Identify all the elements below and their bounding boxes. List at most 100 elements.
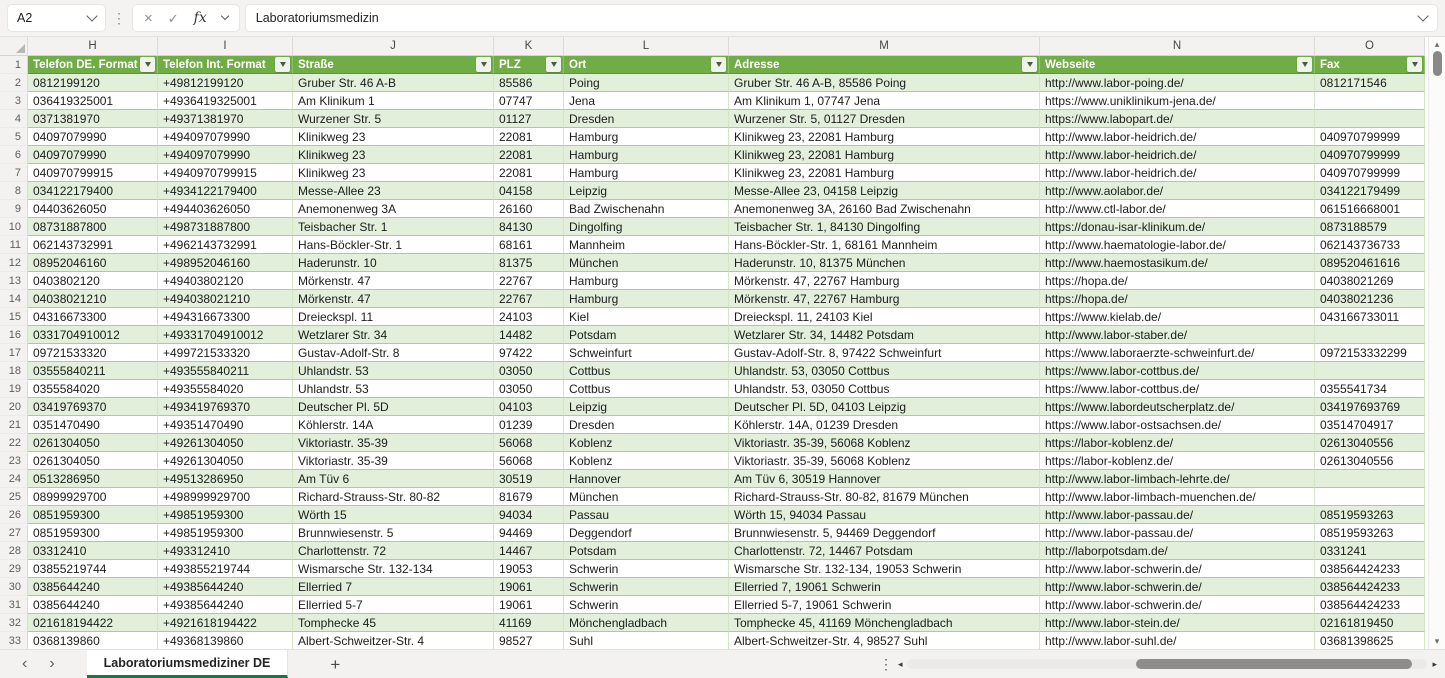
scroll-up-icon[interactable]: ▴ [1435,39,1440,49]
cell[interactable]: Schwerin [564,560,729,578]
more-options-icon[interactable]: ⋮ [879,656,893,673]
row-number[interactable]: 19 [0,380,28,398]
cell[interactable]: Schweinfurt [564,344,729,362]
cell[interactable]: 03555840211 [28,362,158,380]
cell[interactable]: 062143732991 [28,236,158,254]
row-number[interactable]: 5 [0,128,28,146]
cell[interactable]: Albert-Schweitzer-Str. 4 [293,632,494,650]
cell[interactable]: Albert-Schweitzer-Str. 4, 98527 Suhl [729,632,1040,650]
cell[interactable]: Am Tüv 6, 30519 Hannover [729,470,1040,488]
cell[interactable]: +49261304050 [158,452,293,470]
cell[interactable]: 22767 [494,290,564,308]
cell[interactable]: Ellerried 7 [293,578,494,596]
horizontal-scrollbar[interactable] [907,659,1427,669]
cell[interactable]: 0355584020 [28,380,158,398]
cell[interactable]: Uhlandstr. 53 [293,362,494,380]
cell[interactable]: Hamburg [564,290,729,308]
cell[interactable]: Brunnwiesenstr. 5, 94469 Deggendorf [729,524,1040,542]
cell[interactable]: 04038021269 [1315,272,1425,290]
cell[interactable]: 0261304050 [28,434,158,452]
cell[interactable]: 26160 [494,200,564,218]
cell[interactable]: +4934122179400 [158,182,293,200]
cell[interactable]: https://www.labor-cottbus.de/ [1040,380,1315,398]
cell[interactable]: Bad Zwischenahn [564,200,729,218]
cell[interactable]: Klinikweg 23 [293,146,494,164]
cell[interactable]: Charlottenstr. 72 [293,542,494,560]
cell[interactable]: 0851959300 [28,506,158,524]
cell[interactable]: 0513286950 [28,470,158,488]
header-telefon-int-format[interactable]: Telefon Int. Format [158,56,293,74]
cell[interactable]: Brunnwiesenstr. 5 [293,524,494,542]
cell[interactable]: Potsdam [564,542,729,560]
cell[interactable]: 038564424233 [1315,560,1425,578]
cell[interactable]: Anemonenweg 3A, 26160 Bad Zwischenahn [729,200,1040,218]
chevron-down-icon[interactable] [86,10,97,21]
cell[interactable]: 04038021236 [1315,290,1425,308]
column-letter-L[interactable]: L [564,37,729,56]
cell[interactable] [1315,470,1425,488]
header-webseite[interactable]: Webseite [1040,56,1315,74]
filter-button[interactable] [711,57,726,72]
cell[interactable]: 0355541734 [1315,380,1425,398]
cancel-icon[interactable]: × [144,11,153,26]
column-letter-N[interactable]: N [1040,37,1315,56]
cell[interactable]: Koblenz [564,434,729,452]
cell[interactable]: Hans-Böckler-Str. 1 [293,236,494,254]
cell[interactable]: +49261304050 [158,434,293,452]
cell[interactable]: http://www.labor-limbach-lehrte.de/ [1040,470,1315,488]
cell[interactable]: Teisbacher Str. 1 [293,218,494,236]
cell[interactable]: +493855219744 [158,560,293,578]
cell[interactable]: 02613040556 [1315,452,1425,470]
cell[interactable]: 02613040556 [1315,434,1425,452]
cell[interactable]: 03050 [494,380,564,398]
row-number[interactable]: 13 [0,272,28,290]
cell[interactable]: Mönchengladbach [564,614,729,632]
cell[interactable]: 036419325001 [28,92,158,110]
cell[interactable]: 034122179499 [1315,182,1425,200]
cell[interactable]: http://www.labor-schwerin.de/ [1040,578,1315,596]
cell[interactable]: 85586 [494,74,564,92]
cell[interactable]: 98527 [494,632,564,650]
cell[interactable]: Hannover [564,470,729,488]
cell[interactable]: Leipzig [564,182,729,200]
row-number[interactable]: 33 [0,632,28,650]
filter-button[interactable] [476,57,491,72]
cell[interactable]: Klinikweg 23, 22081 Hamburg [729,164,1040,182]
cell[interactable]: 03312410 [28,542,158,560]
cell[interactable]: 034197693769 [1315,398,1425,416]
cell[interactable]: 94469 [494,524,564,542]
cell[interactable]: Jena [564,92,729,110]
cell[interactable]: Ellerried 5-7 [293,596,494,614]
row-number[interactable]: 18 [0,362,28,380]
cell[interactable]: +4940970799915 [158,164,293,182]
cell[interactable]: Hamburg [564,128,729,146]
cell[interactable]: Teisbacher Str. 1, 84130 Dingolfing [729,218,1040,236]
cell[interactable]: 03681398625 [1315,632,1425,650]
cell[interactable]: 94034 [494,506,564,524]
cell[interactable]: https://donau-isar-klinikum.de/ [1040,218,1315,236]
row-number[interactable]: 8 [0,182,28,200]
cell[interactable]: Mörkenstr. 47 [293,290,494,308]
cell[interactable]: Haderunstr. 10 [293,254,494,272]
cell[interactable]: http://www.labor-schwerin.de/ [1040,560,1315,578]
cell[interactable]: +499721533320 [158,344,293,362]
cell[interactable]: 043166733011 [1315,308,1425,326]
cell[interactable]: Haderunstr. 10, 81375 München [729,254,1040,272]
row-number[interactable]: 28 [0,542,28,560]
cell[interactable]: Deggendorf [564,524,729,542]
cell[interactable]: 22081 [494,128,564,146]
cell[interactable]: 0371381970 [28,110,158,128]
row-number[interactable]: 11 [0,236,28,254]
cell[interactable]: http://www.aolabor.de/ [1040,182,1315,200]
cell[interactable]: Wörth 15, 94034 Passau [729,506,1040,524]
cell[interactable]: 038564424233 [1315,596,1425,614]
cell[interactable]: https://www.labor-ostsachsen.de/ [1040,416,1315,434]
cell[interactable]: Cottbus [564,362,729,380]
row-number[interactable]: 12 [0,254,28,272]
cell[interactable]: München [564,254,729,272]
cell[interactable]: Hamburg [564,146,729,164]
cell[interactable]: Tomphecke 45, 41169 Mönchengladbach [729,614,1040,632]
cell[interactable]: 0331704910012 [28,326,158,344]
cell[interactable]: 56068 [494,452,564,470]
cell[interactable]: 0351470490 [28,416,158,434]
